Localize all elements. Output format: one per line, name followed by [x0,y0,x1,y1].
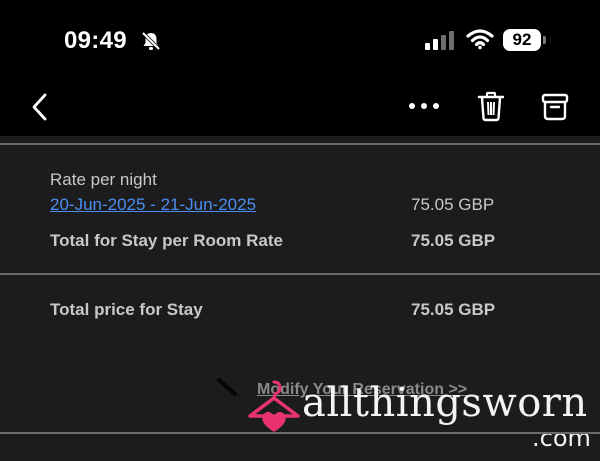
bell-slash-icon [141,31,161,51]
hanger-heart-logo-icon [248,380,300,432]
divider-bottom [0,432,600,434]
rate-heading: Rate per night [50,170,157,189]
date-range-amount: 75.05 GBP [411,195,495,214]
date-range-link[interactable]: 20-Jun-2025 - 21-Jun-2025 [50,195,256,215]
stay-total-label: Total price for Stay [50,300,203,319]
back-chevron-icon[interactable] [28,92,52,122]
divider-middle [0,273,600,275]
navigation-bar [0,80,600,132]
status-bar: 09:49 92 [0,0,600,70]
archive-icon[interactable] [540,90,570,122]
battery-icon: 92 [503,29,541,51]
room-rate-total-label: Total for Stay per Room Rate [50,231,283,250]
watermark-name: allthingsworn [302,380,588,426]
watermark-suffix: .com [532,424,591,452]
battery-level: 92 [512,30,532,49]
more-dots-icon[interactable] [408,100,440,112]
divider-top [0,143,600,145]
wifi-icon [466,29,494,50]
top-bar: 09:49 92 [0,0,600,136]
stay-total-amount: 75.05 GBP [411,300,496,319]
room-rate-total-amount: 75.05 GBP [411,231,496,250]
battery-tip [543,36,546,44]
status-time: 09:49 [64,27,127,54]
watermark: allthingsworn .com [244,374,594,454]
pencil-icon [217,378,237,396]
cellular-signal-icon [425,31,454,50]
trash-icon[interactable] [476,90,506,122]
